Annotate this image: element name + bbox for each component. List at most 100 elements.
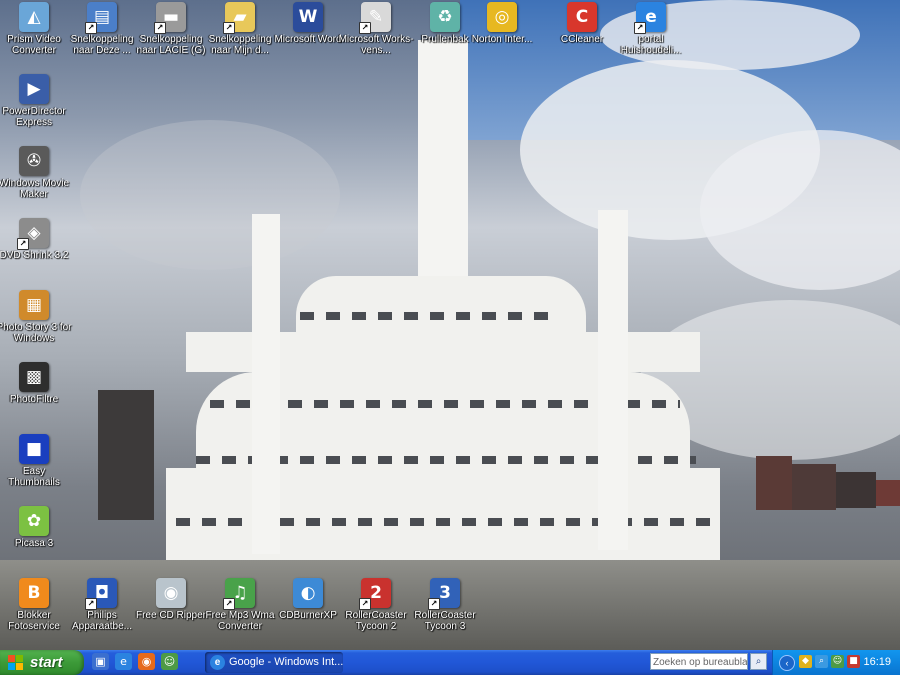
desktop-icon-prism-video-converter[interactable]: ◭ Prism Video Converter bbox=[0, 2, 72, 56]
desktop-icon-norton-internet[interactable]: ◎ Norton Inter... bbox=[464, 2, 540, 45]
desktop-icon-label: Snelkoppeling naar LACIE (G) bbox=[136, 34, 206, 56]
desktop-icon-free-mp3-wma[interactable]: ♫ ↗ Free Mp3 Wma Converter bbox=[202, 578, 278, 632]
desktop-icon-label: Microsoft Word bbox=[274, 34, 342, 45]
start-button[interactable]: start bbox=[0, 650, 84, 675]
desktop-icon-label: RollerCoaster Tycoon 3 bbox=[414, 610, 476, 632]
desktop-icon-label: Philips Apparaatbe... bbox=[71, 610, 133, 632]
desktop-icon-picasa[interactable]: ✿ Picasa 3 bbox=[0, 506, 72, 549]
taskbar-button-label: Google - Windows Int... bbox=[229, 656, 344, 668]
prism-icon: ◭ bbox=[19, 2, 49, 32]
desktop-icon-easy-thumbnails[interactable]: ■ Easy Thumbnails bbox=[0, 434, 72, 488]
desktop-icon-label: CDBurnerXP bbox=[279, 610, 337, 621]
desktop-icon-label: PowerDirector Express bbox=[2, 106, 66, 128]
folder-icon: ▰ ↗ bbox=[223, 2, 255, 34]
shortcut-arrow-icon: ↗ bbox=[154, 22, 166, 34]
desktop: ◭ Prism Video Converter ▤ ↗ Snelkoppeling na… bbox=[0, 0, 900, 650]
desktop-icon-microsoft-word[interactable]: W Microsoft Word bbox=[270, 2, 346, 45]
rollercoaster-icon: 2 ↗ bbox=[359, 578, 391, 610]
desktop-icon-free-cd-ripper[interactable]: ◉ Free CD Ripper bbox=[133, 578, 209, 621]
shortcut-arrow-icon: ↗ bbox=[17, 238, 29, 250]
desktop-icon-shortcut-mijn[interactable]: ▰ ↗ Snelkoppeling naar Mijn d... bbox=[202, 2, 278, 56]
desktop-icon-label: DVD Shrink 3.2 bbox=[0, 250, 69, 261]
shortcut-arrow-icon: ↗ bbox=[359, 598, 371, 610]
computer-icon: ▤ ↗ bbox=[85, 2, 117, 34]
shield-icon[interactable]: ◆ bbox=[799, 655, 812, 668]
desktop-icon-label: Microsoft Works-vens... bbox=[338, 34, 414, 56]
ie-icon[interactable]: e bbox=[115, 653, 132, 670]
messenger-icon[interactable]: ☺ bbox=[831, 655, 844, 668]
desktop-icon-rollercoaster-3[interactable]: 3 ↗ RollerCoaster Tycoon 3 bbox=[407, 578, 483, 632]
rollercoaster3-icon: 3 ↗ bbox=[428, 578, 460, 610]
desktop-icon-label: Free CD Ripper bbox=[135, 610, 207, 621]
search-icon[interactable]: ⌕ bbox=[750, 653, 767, 670]
photo-story-icon: ▦ bbox=[19, 290, 49, 320]
desktop-icon-label: Prism Video Converter bbox=[7, 34, 61, 56]
firefox-icon[interactable]: ◉ bbox=[138, 653, 155, 670]
picasa-icon: ✿ bbox=[19, 506, 49, 536]
dvd-shrink-icon: ◈ ↗ bbox=[17, 218, 49, 250]
taskbar-button-google[interactable]: e Google - Windows Int... bbox=[205, 652, 343, 673]
clock: 16:19 bbox=[863, 656, 891, 668]
blokker-icon: B bbox=[19, 578, 49, 608]
desktop-icon-microsoft-works[interactable]: ✎ ↗ Microsoft Works-vens... bbox=[338, 2, 414, 56]
shortcut-arrow-icon: ↗ bbox=[359, 22, 371, 34]
philips-icon: ◘ ↗ bbox=[85, 578, 117, 610]
cdburner-icon: ◐ bbox=[293, 578, 323, 608]
movie-maker-icon: ✇ bbox=[19, 146, 49, 176]
desktop-icon-rollercoaster-2[interactable]: 2 ↗ RollerCoaster Tycoon 2 bbox=[338, 578, 414, 632]
system-tray: ‹ ◆ ⌕ ☺ ■ 16:19 bbox=[772, 650, 900, 675]
network-icon[interactable]: ⌕ bbox=[815, 655, 828, 668]
desktop-icon-photofiltre[interactable]: ▩ PhotoFiltre bbox=[0, 362, 72, 405]
desktop-search-input[interactable]: Zoeken op bureaublad bbox=[650, 653, 748, 670]
shortcut-arrow-icon: ↗ bbox=[428, 598, 440, 610]
desktop-icon-label: Norton Inter... bbox=[471, 34, 533, 45]
shortcut-arrow-icon: ↗ bbox=[223, 22, 235, 34]
messenger-icon[interactable]: ☺ bbox=[161, 653, 178, 670]
desktop-icon-label: Windows Movie Maker bbox=[0, 178, 70, 200]
desktop-icon-label: Photo Story 3 for Windows bbox=[0, 322, 72, 344]
desktop-icon-label: Snelkoppeling naar Mijn d... bbox=[208, 34, 272, 56]
shortcut-arrow-icon: ↗ bbox=[85, 598, 97, 610]
desktop-icon-photo-story[interactable]: ▦ Photo Story 3 for Windows bbox=[0, 290, 72, 344]
desktop-icon-portal-huishoudelijk[interactable]: e ↗ portal Huishoudeli... bbox=[613, 2, 689, 56]
desktop-icon[interactable]: ▣ bbox=[92, 653, 109, 670]
desktop-icon-label: Easy Thumbnails bbox=[8, 466, 60, 488]
desktop-icon-shortcut-lacie[interactable]: ▬ ↗ Snelkoppeling naar LACIE (G) bbox=[133, 2, 209, 56]
desktop-icon-dvd-shrink[interactable]: ◈ ↗ DVD Shrink 3.2 bbox=[0, 218, 72, 261]
easy-thumbnails-icon: ■ bbox=[19, 434, 49, 464]
desktop-icon-blokker-fotoservice[interactable]: B Blokker Fotoservice bbox=[0, 578, 72, 632]
desktop-icon-label: Blokker Fotoservice bbox=[8, 610, 60, 632]
shortcut-arrow-icon: ↗ bbox=[223, 598, 235, 610]
desktop-icon-label: Free Mp3 Wma Converter bbox=[205, 610, 275, 632]
converter-icon: ♫ ↗ bbox=[223, 578, 255, 610]
taskbar: start ▣ e ◉ ☺ e Google - Windows Int... Zoe… bbox=[0, 650, 900, 675]
drive-icon: ▬ ↗ bbox=[154, 2, 186, 34]
word-icon: W bbox=[293, 2, 323, 32]
ie-icon: e ↗ bbox=[634, 2, 666, 34]
desktop-icon-label: Picasa 3 bbox=[14, 538, 54, 549]
desktop-icon-label: Snelkoppeling naar Deze ... bbox=[70, 34, 134, 56]
desktop-icon-label: PhotoFiltre bbox=[9, 394, 59, 405]
desktop-icon-powerdirector[interactable]: ▶ PowerDirector Express bbox=[0, 74, 72, 128]
desktop-icon-shortcut-deze[interactable]: ▤ ↗ Snelkoppeling naar Deze ... bbox=[64, 2, 140, 56]
cd-icon: ◉ bbox=[156, 578, 186, 608]
update-icon[interactable]: ■ bbox=[847, 655, 860, 668]
ie-icon: e bbox=[210, 655, 225, 670]
desktop-icon-windows-movie-maker[interactable]: ✇ Windows Movie Maker bbox=[0, 146, 72, 200]
desktop-icon-cdburnerxp[interactable]: ◐ CDBurnerXP bbox=[270, 578, 346, 621]
desktop-icon-philips-apparaat[interactable]: ◘ ↗ Philips Apparaatbe... bbox=[64, 578, 140, 632]
start-label: start bbox=[30, 654, 63, 671]
shortcut-arrow-icon: ↗ bbox=[85, 22, 97, 34]
ccleaner-icon: C bbox=[567, 2, 597, 32]
works-icon: ✎ ↗ bbox=[359, 2, 391, 34]
recycle-bin-icon: ♻ bbox=[430, 2, 460, 32]
powerdirector-icon: ▶ bbox=[19, 74, 49, 104]
desktop-icon-label: RollerCoaster Tycoon 2 bbox=[345, 610, 407, 632]
shortcut-arrow-icon: ↗ bbox=[634, 22, 646, 34]
norton-icon: ◎ bbox=[487, 2, 517, 32]
desktop-icon-label: portal Huishoudeli... bbox=[620, 34, 682, 56]
chevron-left-icon[interactable]: ‹ bbox=[779, 655, 795, 671]
windows-flag-icon bbox=[8, 655, 23, 670]
photofiltre-icon: ▩ bbox=[19, 362, 49, 392]
desktop-icon-ccleaner[interactable]: C CCleaner bbox=[544, 2, 620, 45]
